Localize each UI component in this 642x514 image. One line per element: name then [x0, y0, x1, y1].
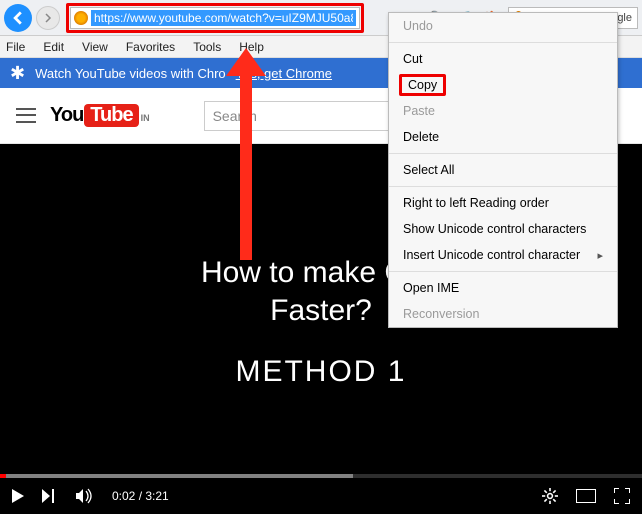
menu-favorites[interactable]: Favorites: [126, 40, 175, 54]
ctx-delete[interactable]: Delete: [389, 124, 617, 150]
page-favicon: [74, 11, 88, 25]
youtube-logo[interactable]: You Tube IN: [50, 104, 150, 127]
menu-tools[interactable]: Tools: [193, 40, 221, 54]
settings-button[interactable]: [542, 488, 558, 504]
play-button[interactable]: [12, 489, 24, 503]
back-button[interactable]: [4, 4, 32, 32]
annotation-arrow-shaft: [240, 70, 252, 260]
next-button[interactable]: [42, 489, 58, 503]
ctx-select-all[interactable]: Select All: [389, 157, 617, 183]
ctx-open-ime[interactable]: Open IME: [389, 275, 617, 301]
address-bar[interactable]: [91, 10, 356, 26]
ctx-rtl[interactable]: Right to left Reading order: [389, 190, 617, 216]
ctx-cut[interactable]: Cut: [389, 46, 617, 72]
ctx-reconversion: Reconversion: [389, 301, 617, 327]
submenu-arrow-icon: ▸: [597, 249, 603, 262]
forward-button[interactable]: [36, 6, 60, 30]
time-display: 0:02 / 3:21: [112, 489, 169, 503]
hamburger-icon[interactable]: [16, 106, 36, 126]
volume-button[interactable]: [76, 488, 94, 504]
ctx-insert-ucc[interactable]: Insert Unicode control character ▸: [389, 242, 617, 268]
player-controls: 0:02 / 3:21: [0, 478, 642, 514]
star-icon: ✱: [10, 64, 25, 82]
ctx-show-ucc[interactable]: Show Unicode control characters: [389, 216, 617, 242]
theater-button[interactable]: [576, 489, 596, 503]
ctx-undo: Undo: [389, 13, 617, 39]
menu-edit[interactable]: Edit: [43, 40, 64, 54]
menu-view[interactable]: View: [82, 40, 108, 54]
menu-file[interactable]: File: [6, 40, 25, 54]
promo-text: Watch YouTube videos with Chro: [35, 66, 226, 81]
fullscreen-button[interactable]: [614, 488, 630, 504]
url-highlight-annotation: [66, 3, 364, 33]
context-menu: Undo Cut Copy Paste Delete Select All Ri…: [388, 12, 618, 328]
ctx-paste: Paste: [389, 98, 617, 124]
ctx-copy[interactable]: Copy: [399, 74, 446, 96]
